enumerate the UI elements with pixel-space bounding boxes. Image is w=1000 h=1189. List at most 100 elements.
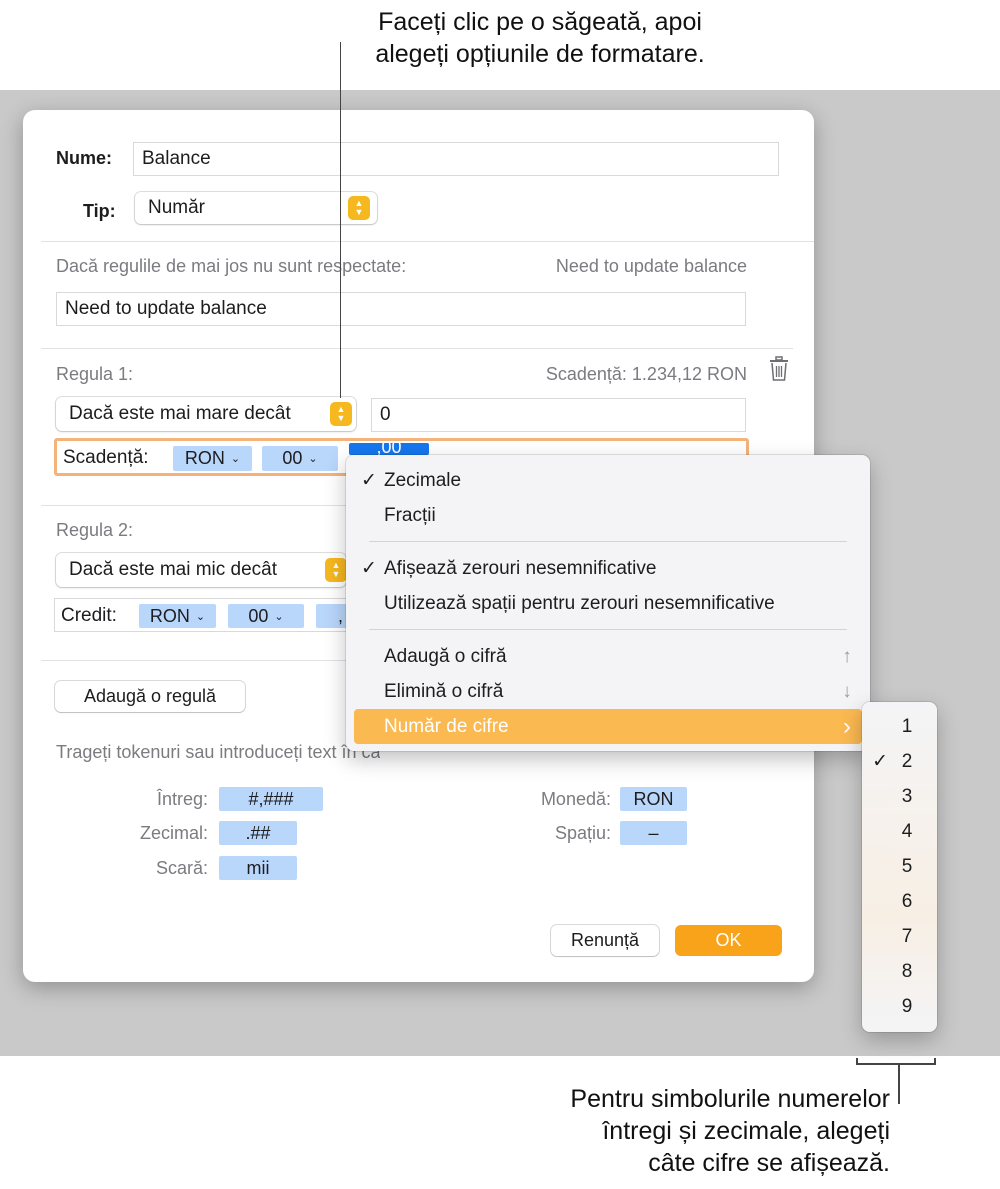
menu-item-decimals-label: Zecimale — [384, 469, 462, 491]
rule1-format-prefix: Scadență: — [63, 447, 149, 468]
scale-token[interactable]: mii — [219, 856, 297, 880]
submenu-item[interactable]: 4 — [862, 814, 937, 849]
fallback-label: Dacă regulile de mai jos nu sunt respect… — [56, 256, 407, 276]
callout-bottom-bracket — [856, 1063, 936, 1065]
decimal-token[interactable]: .## — [219, 821, 297, 845]
rule1-currency-token-label: RON — [184, 448, 225, 468]
menu-item-show-trailing-zeros-label: Afișează zerouri nesemnificative — [384, 557, 657, 579]
menu-item-use-spaces-label: Utilizează spații pentru zerouri nesemni… — [384, 592, 775, 614]
rule1-condition-arrows-icon[interactable]: ▲ ▼ — [330, 402, 352, 426]
rule1-digits-token[interactable]: 00 ⌄ — [262, 446, 338, 471]
divider — [41, 660, 361, 661]
currency-token[interactable]: RON — [620, 787, 687, 811]
menu-separator — [369, 629, 847, 630]
chevron-down-icon: ⌄ — [195, 610, 206, 623]
submenu-item[interactable]: 5 — [862, 849, 937, 884]
menu-separator — [369, 541, 847, 542]
fallback-text-field[interactable]: Need to update balance — [56, 292, 746, 326]
menu-item-add-digit-label: Adaugă o cifră — [384, 645, 507, 667]
menu-item-fractions[interactable]: Fracții — [354, 498, 862, 533]
submenu-item[interactable]: 8 — [862, 954, 937, 989]
menu-item-show-trailing-zeros[interactable]: ✓ Afișează zerouri nesemnificative — [354, 551, 862, 586]
token-format-menu: ✓ Zecimale Fracții ✓ Afișează zerouri ne… — [346, 455, 870, 751]
rule2-format-prefix: Credit: — [61, 605, 117, 626]
token-hint: Trageți tokenuri sau introduceți text în… — [56, 742, 380, 762]
digits-submenu: 1 ✓ 2 3 4 5 6 7 8 9 — [862, 702, 937, 1032]
divider — [41, 241, 814, 242]
chevron-down-icon: ⌄ — [274, 610, 284, 623]
rule1-selected-token[interactable]: ,00 — [349, 443, 429, 455]
rule2-decimal-token-label: , — [338, 605, 344, 626]
divider — [41, 348, 793, 349]
callout-bottom-line1: Pentru simbolurile numerelor — [570, 1085, 890, 1113]
rule1-selected-token-label: ,00 — [376, 443, 402, 455]
checkmark-icon: ✓ — [361, 470, 377, 491]
rule1-value-field[interactable]: 0 — [371, 398, 746, 432]
submenu-item[interactable]: ✓ 2 — [862, 744, 937, 779]
add-rule-button[interactable]: Adaugă o regulă — [55, 681, 245, 712]
rule1-label: Regula 1: — [56, 364, 134, 384]
submenu-item[interactable]: 6 — [862, 884, 937, 919]
menu-item-number-of-digits[interactable]: Număr de cifre › — [354, 709, 862, 744]
space-label: Spațiu: — [554, 823, 611, 843]
rule1-condition-value: Dacă este mai mare decât — [69, 403, 291, 424]
integer-label: Întreg: — [156, 789, 208, 809]
rule2-label: Regula 2: — [56, 520, 134, 540]
menu-item-number-of-digits-label: Număr de cifre — [384, 715, 509, 737]
decimal-label: Zecimal: — [139, 823, 208, 843]
ok-button[interactable]: OK — [675, 925, 782, 956]
callout-bottom: Pentru simbolurile numerelor întregi și … — [430, 1083, 890, 1179]
callout-bottom-line2: întregi și zecimale, alegeți — [602, 1117, 890, 1145]
chevron-right-icon: › — [843, 712, 851, 740]
menu-item-decimals[interactable]: ✓ Zecimale — [354, 463, 862, 498]
callout-bottom-bracket-left — [856, 1058, 858, 1065]
rule2-condition-arrows-icon[interactable]: ▲ ▼ — [325, 558, 347, 582]
fallback-preview: Need to update balance — [555, 256, 747, 276]
arrow-down-icon: ↓ — [842, 680, 852, 702]
rule2-condition-value: Dacă este mai mic decât — [69, 559, 278, 580]
rule1-preview: Scadență: 1.234,12 RON — [545, 364, 747, 384]
checkmark-icon: ✓ — [872, 751, 888, 772]
name-field[interactable]: Balance — [133, 142, 779, 176]
divider — [41, 505, 361, 506]
callout-bottom-line3: câte cifre se afișează. — [648, 1149, 890, 1177]
chevron-down-icon: ⌄ — [308, 453, 318, 465]
callout-bottom-leader-line — [898, 1064, 900, 1104]
rule2-format-field[interactable]: Credit: RON ⌄ 00 ⌄ , — [54, 598, 372, 632]
type-label: Tip: — [83, 201, 116, 221]
submenu-item[interactable]: 3 — [862, 779, 937, 814]
rule1-digits-token-label: 00 — [282, 448, 303, 468]
rule2-digits-token-label: 00 — [248, 605, 269, 626]
checkmark-icon: ✓ — [361, 558, 377, 579]
menu-item-fractions-label: Fracții — [384, 504, 436, 526]
chevron-down-icon: ⌄ — [230, 453, 241, 465]
submenu-item[interactable]: 7 — [862, 919, 937, 954]
submenu-item[interactable]: 9 — [862, 989, 937, 1024]
trash-icon[interactable] — [768, 356, 790, 382]
menu-item-remove-digit-label: Elimină o cifră — [384, 680, 504, 702]
rule2-currency-token-label: RON — [149, 605, 190, 626]
arrow-up-icon: ↑ — [842, 645, 852, 667]
scale-label: Scară: — [155, 858, 208, 878]
rule2-condition-popup[interactable]: Dacă este mai mic decât — [56, 553, 346, 587]
currency-label: Monedă: — [540, 789, 611, 809]
callout-top-line2: alegeți opțiunile de formatare. — [375, 40, 705, 68]
type-popup-arrows-icon[interactable]: ▲ ▼ — [348, 196, 370, 220]
rule1-condition-popup[interactable]: Dacă este mai mare decât — [56, 397, 356, 431]
name-label: Nume: — [56, 148, 113, 168]
integer-token[interactable]: #,### — [219, 787, 323, 811]
callout-top-line1: Faceți clic pe o săgeată, apoi — [378, 8, 702, 36]
cancel-button[interactable]: Renunță — [551, 925, 659, 956]
menu-item-add-digit[interactable]: Adaugă o cifră ↑ — [354, 639, 862, 674]
callout-top: Faceți clic pe o săgeată, apoi alegeți o… — [300, 6, 780, 70]
rule2-currency-token[interactable]: RON ⌄ — [139, 604, 216, 628]
space-token[interactable]: – — [620, 821, 687, 845]
menu-item-use-spaces[interactable]: Utilizează spații pentru zerouri nesemni… — [354, 586, 862, 621]
callout-top-leader-line — [340, 42, 341, 398]
type-popup-value: Număr — [148, 197, 206, 218]
rule1-currency-token[interactable]: RON ⌄ — [173, 446, 252, 471]
callout-bottom-bracket-right — [934, 1058, 936, 1065]
submenu-item[interactable]: 1 — [862, 709, 937, 744]
menu-item-remove-digit[interactable]: Elimină o cifră ↓ — [354, 674, 862, 709]
rule2-digits-token[interactable]: 00 ⌄ — [228, 604, 304, 628]
